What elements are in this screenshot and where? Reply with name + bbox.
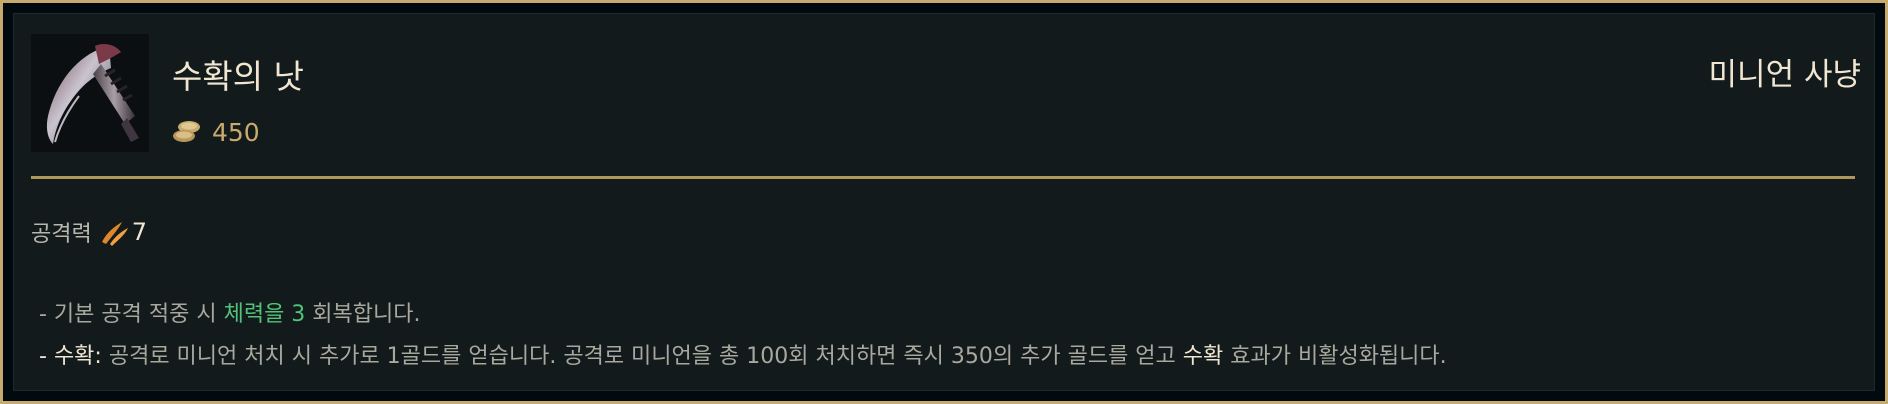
cost-value: 450: [212, 117, 260, 147]
item-cost: 450: [172, 117, 260, 147]
heal-highlight: 체력을 3: [223, 302, 306, 327]
passive-reap-line: - 수확: 공격로 미니언 처치 시 추가로 1골드를 얻습니다. 공격로 미니…: [39, 336, 1447, 378]
stat-value: 7: [131, 218, 148, 246]
description-text: 회복합니다.: [305, 302, 421, 327]
description-text: 공격로 미니언 처치 시 추가로 1골드를 얻습니다. 공격로 미니언을 총 1…: [101, 344, 1183, 369]
divider: [31, 176, 1855, 179]
stat-label: 공격력: [31, 222, 92, 247]
gold-coin-icon: [173, 121, 200, 142]
attack-damage-icon: [101, 222, 128, 246]
item-tag: 미니언 사냥: [1708, 57, 1861, 93]
description-text: - 기본 공격 적중 시: [39, 302, 224, 327]
passive-heal-line: - 기본 공격 적중 시 체력을 3 회복합니다.: [39, 294, 1447, 336]
description-text: 효과가 비활성화됩니다.: [1223, 344, 1447, 369]
item-name: 수확의 낫: [172, 57, 304, 96]
stat-row: 공격력 7: [31, 217, 147, 247]
passive-name: 수확:: [53, 344, 102, 369]
passive-keyword: 수확: [1182, 344, 1224, 369]
item-description: - 기본 공격 적중 시 체력을 3 회복합니다. - 수확: 공격로 미니언 …: [39, 294, 1447, 378]
bullet-dash: -: [39, 344, 54, 369]
scythe-item-icon: [31, 34, 149, 152]
item-tooltip: 수확의 낫 450 미니언 사냥 공격력 7 - 기본 공격 적중 시 체력을 …: [0, 0, 1888, 404]
tooltip-panel: 수확의 낫 450 미니언 사냥 공격력 7 - 기본 공격 적중 시 체력을 …: [13, 13, 1875, 391]
